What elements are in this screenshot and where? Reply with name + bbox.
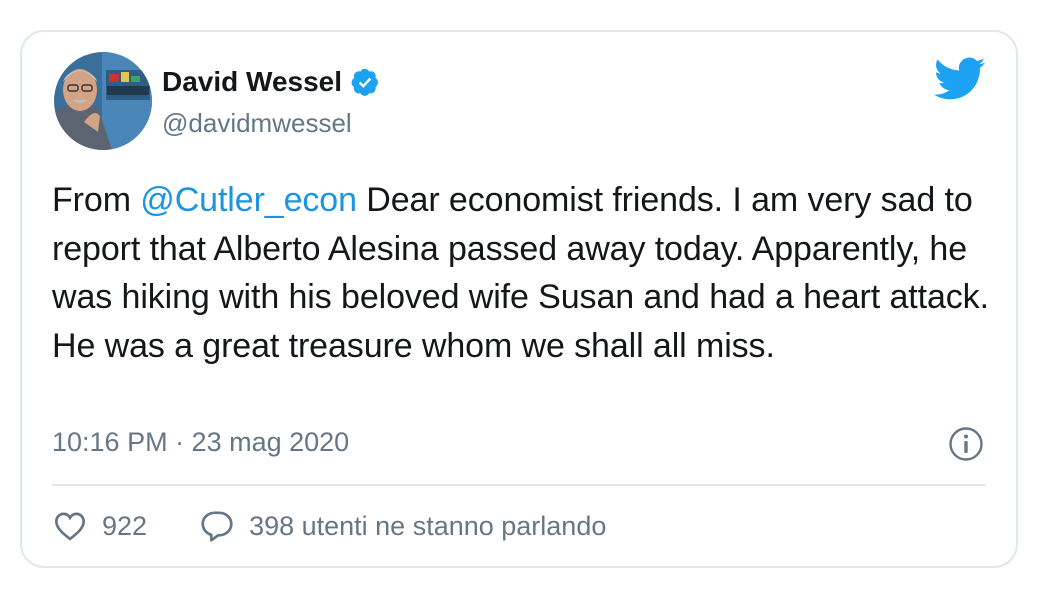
user-handle[interactable]: @davidmwessel	[162, 108, 352, 139]
tweet-text: From @Cutler_econ Dear economist friends…	[52, 176, 992, 370]
like-count: 922	[102, 510, 148, 541]
tweet-prefix: From	[52, 181, 141, 219]
action-bar: 922 398 utenti ne stanno parlando	[52, 508, 658, 544]
mention-link[interactable]: @Cutler_econ	[140, 181, 357, 219]
name-row: David Wessel	[162, 66, 380, 98]
timestamp[interactable]: 10:16 PM · 23 mag 2020	[52, 427, 349, 458]
tweet-card[interactable]: David Wessel @davidmwessel From @Cutler_…	[20, 30, 1018, 568]
verified-badge-icon	[350, 67, 380, 97]
display-name[interactable]: David Wessel	[162, 66, 342, 98]
heart-icon	[54, 512, 86, 541]
divider	[52, 484, 986, 486]
twitter-bird-icon[interactable]	[933, 56, 986, 102]
conversation-count: 398 utenti ne stanno parlando	[249, 510, 607, 541]
conversation-button[interactable]: 398 utenti ne stanno parlando	[199, 508, 606, 544]
avatar[interactable]	[54, 52, 152, 150]
like-button[interactable]: 922	[52, 508, 147, 544]
speech-bubble-icon	[201, 511, 233, 542]
info-icon[interactable]	[948, 426, 984, 462]
